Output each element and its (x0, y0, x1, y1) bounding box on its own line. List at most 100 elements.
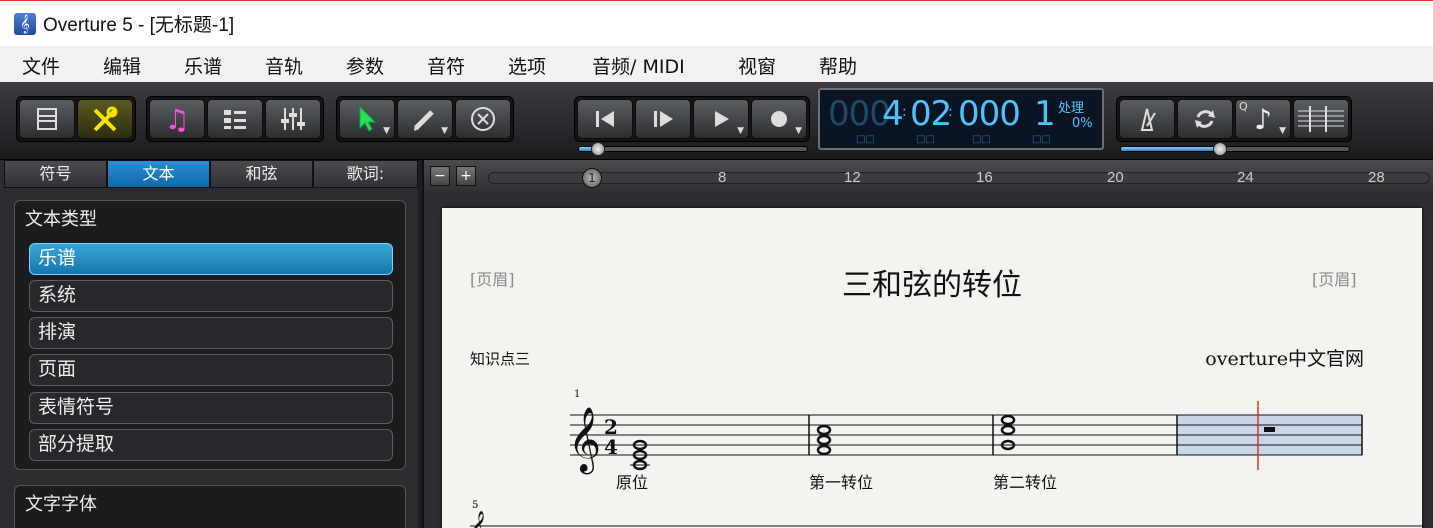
tab-text[interactable]: 文本 (107, 160, 210, 188)
text-type-item-rehearsal[interactable]: 排演 (29, 317, 393, 349)
metronome-icon (1140, 108, 1156, 131)
rewind-button[interactable] (577, 99, 633, 139)
quantize-q-icon: Q (1239, 100, 1248, 113)
metronome-button[interactable] (1119, 99, 1175, 139)
tab-symbols[interactable]: 符号 (4, 160, 107, 188)
play-button[interactable]: ▼ (693, 99, 749, 139)
tab-lyrics[interactable]: 歌词: (313, 160, 418, 188)
counter-percent: 0% (1072, 116, 1093, 131)
text-palette-panel: 符号 文本 和弦 歌词: 文本类型 乐谱 系统 排演 页面 表情符号 部分提取 … (0, 160, 418, 528)
play-icon (715, 111, 729, 127)
list-icon (224, 110, 246, 129)
menu-score[interactable]: 乐谱 (184, 52, 222, 79)
dropdown-arrow-icon: ▼ (737, 126, 744, 136)
menu-options[interactable]: 选项 (508, 52, 546, 79)
rewind-icon (596, 111, 614, 127)
menu-audio-midi[interactable]: 音频/ MIDI (592, 52, 685, 79)
ruler-mark: 24 (1237, 169, 1254, 186)
tools-button[interactable] (77, 99, 133, 139)
half-rest-icon[interactable] (1264, 427, 1275, 432)
ruler-track[interactable] (488, 172, 1430, 184)
time-signature-bottom: 4 (604, 435, 618, 459)
counter-sub-marks: □□ (972, 134, 991, 145)
menu-bar: 文件 编辑 乐谱 音轨 参数 音符 选项 音频/ MIDI 视窗 帮助 (0, 46, 1433, 82)
dropdown-arrow-icon: ▼ (1279, 126, 1286, 136)
text-type-item-part-extract[interactable]: 部分提取 (29, 429, 393, 461)
tools-icon (93, 106, 118, 132)
view-group (16, 96, 136, 142)
erase-tool-button[interactable] (455, 99, 511, 139)
measure-ruler: − + 1 8 12 16 20 24 28 (424, 160, 1433, 194)
text-type-box: 文本类型 乐谱 系统 排演 页面 表情符号 部分提取 (14, 200, 406, 470)
ruler-mark: 8 (718, 169, 727, 186)
counter-sub-marks: □□ (1032, 134, 1051, 145)
menu-notes[interactable]: 音符 (427, 52, 465, 79)
staff-view-button[interactable] (1293, 99, 1349, 139)
ruler-mark: 20 (1107, 169, 1124, 186)
text-type-item-system[interactable]: 系统 (29, 280, 393, 312)
loop-button[interactable] (1177, 99, 1233, 139)
track-list-button[interactable] (207, 99, 263, 139)
toolbar: ♫ ▼ ▼ ▼ ▼ ♪ Q ▼ (0, 82, 1433, 160)
menu-edit[interactable]: 编辑 (103, 52, 141, 79)
text-type-item-expression[interactable]: 表情符号 (29, 392, 393, 424)
chord-second-inversion[interactable] (1000, 414, 1016, 451)
chord-label-first-inversion[interactable]: 第一转位 (809, 469, 873, 493)
position-counter: 000 4 : 02 : 000 1 处理 0% □□ □□ □□ □□ (818, 88, 1104, 150)
music-note-icon: ♫ (164, 102, 190, 136)
treble-clef-icon: 𝄞 (470, 511, 488, 528)
dropdown-arrow-icon: ▼ (795, 126, 802, 136)
counter-sub-marks: □□ (916, 134, 935, 145)
staff-notation[interactable]: 𝄞 2 4 (442, 208, 1422, 528)
quantize-note-icon: ♪ (1254, 102, 1272, 136)
counter-beat: 02 (910, 94, 952, 134)
text-type-item-page[interactable]: 页面 (29, 354, 393, 386)
staff-icon (1298, 106, 1344, 132)
quantize-button[interactable]: ♪ Q ▼ (1235, 99, 1291, 139)
score-page[interactable]: [页眉] [页眉] 三和弦的转位 知识点三 overture中文官网 1 5 𝄞… (442, 208, 1422, 528)
title-bar: 𝄞 Overture 5 - [无标题-1] (0, 0, 1433, 46)
window-title: Overture 5 - [无标题-1] (43, 15, 235, 36)
mixer-button[interactable] (265, 99, 321, 139)
menu-track[interactable]: 音轨 (265, 52, 303, 79)
volume-slider[interactable] (1120, 142, 1350, 156)
chord-label-root[interactable]: 原位 (616, 469, 648, 493)
treble-clef-icon: 𝄞 (568, 407, 601, 474)
menu-window[interactable]: 视窗 (738, 52, 776, 79)
slider-knob[interactable] (591, 142, 605, 156)
step-forward-button[interactable] (635, 99, 691, 139)
slider-knob[interactable] (1213, 142, 1227, 156)
chord-label-second-inversion[interactable]: 第二转位 (993, 469, 1057, 493)
pencil-tool-button[interactable]: ▼ (397, 99, 453, 139)
page-view-icon (37, 108, 57, 130)
select-tool-button[interactable]: ▼ (339, 99, 395, 139)
score-window: − + 1 8 12 16 20 24 28 [页眉] [页眉] 三和弦的转位 … (422, 160, 1433, 528)
treble-clef-icon: 𝄞 (14, 12, 36, 35)
ruler-mark: 12 (844, 169, 861, 186)
text-type-item-score[interactable]: 乐谱 (29, 243, 393, 275)
menu-file[interactable]: 文件 (22, 52, 60, 79)
score-window-button[interactable]: ♫ (149, 99, 205, 139)
menu-parameters[interactable]: 参数 (346, 52, 384, 79)
dropdown-arrow-icon: ▼ (383, 126, 390, 136)
tab-chords[interactable]: 和弦 (210, 160, 313, 188)
record-button[interactable]: ▼ (751, 99, 807, 139)
ruler-position-knob[interactable]: 1 (582, 168, 602, 188)
mixer-icon (281, 108, 305, 130)
zoom-out-button[interactable]: − (430, 166, 450, 186)
counter-sub-marks: □□ (856, 134, 875, 145)
counter-status: 处理 (1058, 101, 1085, 116)
options-group: ♪ Q ▼ (1116, 96, 1352, 142)
arrow-cursor-icon (359, 105, 377, 132)
counter-leading-zeros: 000 (828, 94, 891, 134)
zoom-in-button[interactable]: + (456, 166, 476, 186)
text-font-box: 文字字体 (14, 485, 406, 528)
counter-tick: 000 (958, 94, 1021, 134)
window-group: ♫ (146, 96, 324, 142)
page-view-button[interactable] (19, 99, 75, 139)
palette-tabs: 符号 文本 和弦 歌词: (4, 160, 418, 188)
menu-help[interactable]: 帮助 (819, 52, 857, 79)
chord-first-inversion[interactable] (816, 424, 832, 456)
close-circle-icon (471, 107, 495, 131)
playback-position-slider[interactable] (578, 142, 808, 156)
